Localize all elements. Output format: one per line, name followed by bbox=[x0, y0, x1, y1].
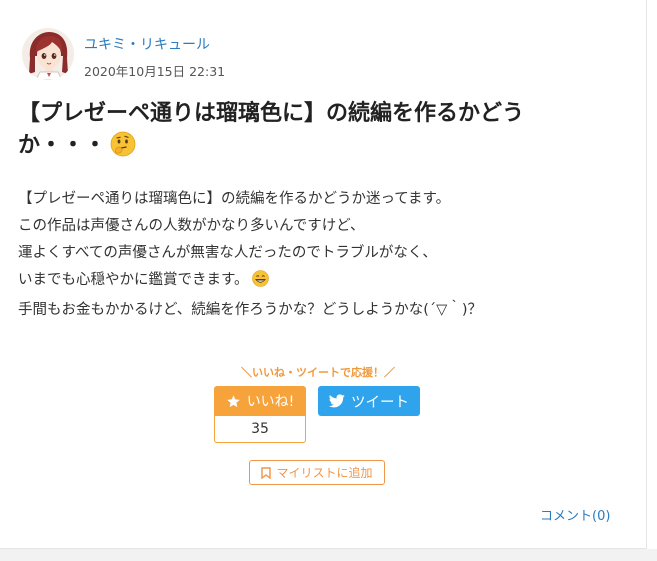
post-title[interactable]: 【プレゼーペ通りは瑠璃色に】の続編を作るかどうか・・・ bbox=[18, 98, 608, 167]
post-body: 【プレゼーペ通りは瑠璃色に】の続編を作るかどうか迷ってます。 この作品は声優さん… bbox=[18, 186, 618, 324]
body-line: この作品は声優さんの人数がかなり多いんですけど、 bbox=[18, 218, 365, 234]
add-to-mylist-button[interactable]: マイリストに追加 bbox=[249, 460, 385, 485]
thinking-face-icon bbox=[110, 131, 136, 167]
anime-girl-avatar-icon bbox=[22, 28, 74, 80]
body-line: 【プレゼーペ通りは瑠璃色に】の続編を作るかどうか迷ってます。 bbox=[18, 191, 451, 207]
body-line: いまでも心穏やかに鑑賞できます。 bbox=[18, 267, 618, 297]
post-date: 2020年10月15日 22:31 bbox=[84, 64, 226, 79]
mylist-button-label: マイリストに追加 bbox=[276, 466, 373, 480]
body-line: 手間もお金もかかるけど、続編を作ろうかな？どうしようかな(´▽｀)？ bbox=[18, 302, 482, 318]
support-cta-text: ＼いいね・ツイートで応援！／ bbox=[241, 366, 395, 379]
tweet-button-label: ツイート bbox=[351, 394, 409, 411]
body-line: 運よくすべての声優さんが無害な人だったのでトラブルがなく、 bbox=[18, 245, 437, 261]
author-avatar[interactable] bbox=[22, 28, 74, 80]
like-widget: いいね! 35 bbox=[214, 386, 306, 443]
body-line-text: いまでも心穏やかに鑑賞できます。 bbox=[18, 272, 249, 288]
like-button[interactable]: いいね! bbox=[214, 386, 306, 416]
tweet-button[interactable]: ツイート bbox=[318, 386, 420, 416]
comment-link[interactable]: コメント(0) bbox=[540, 505, 610, 524]
page-background-strip bbox=[0, 549, 657, 561]
post-card: ユキミ・リキュール 2020年10月15日 22:31 【プレゼーペ通りは瑠璃色… bbox=[0, 0, 647, 549]
twitter-bird-icon bbox=[329, 394, 345, 408]
author-name-link[interactable]: ユキミ・リキュール bbox=[84, 34, 210, 54]
star-icon bbox=[226, 394, 241, 409]
post-title-text: 【プレゼーペ通りは瑠璃色に】の続編を作るかどうか・・・ bbox=[18, 101, 525, 158]
like-count: 35 bbox=[214, 416, 306, 443]
grinning-face-icon bbox=[251, 270, 269, 297]
bookmark-icon bbox=[261, 466, 272, 479]
like-button-label: いいね! bbox=[246, 394, 295, 410]
